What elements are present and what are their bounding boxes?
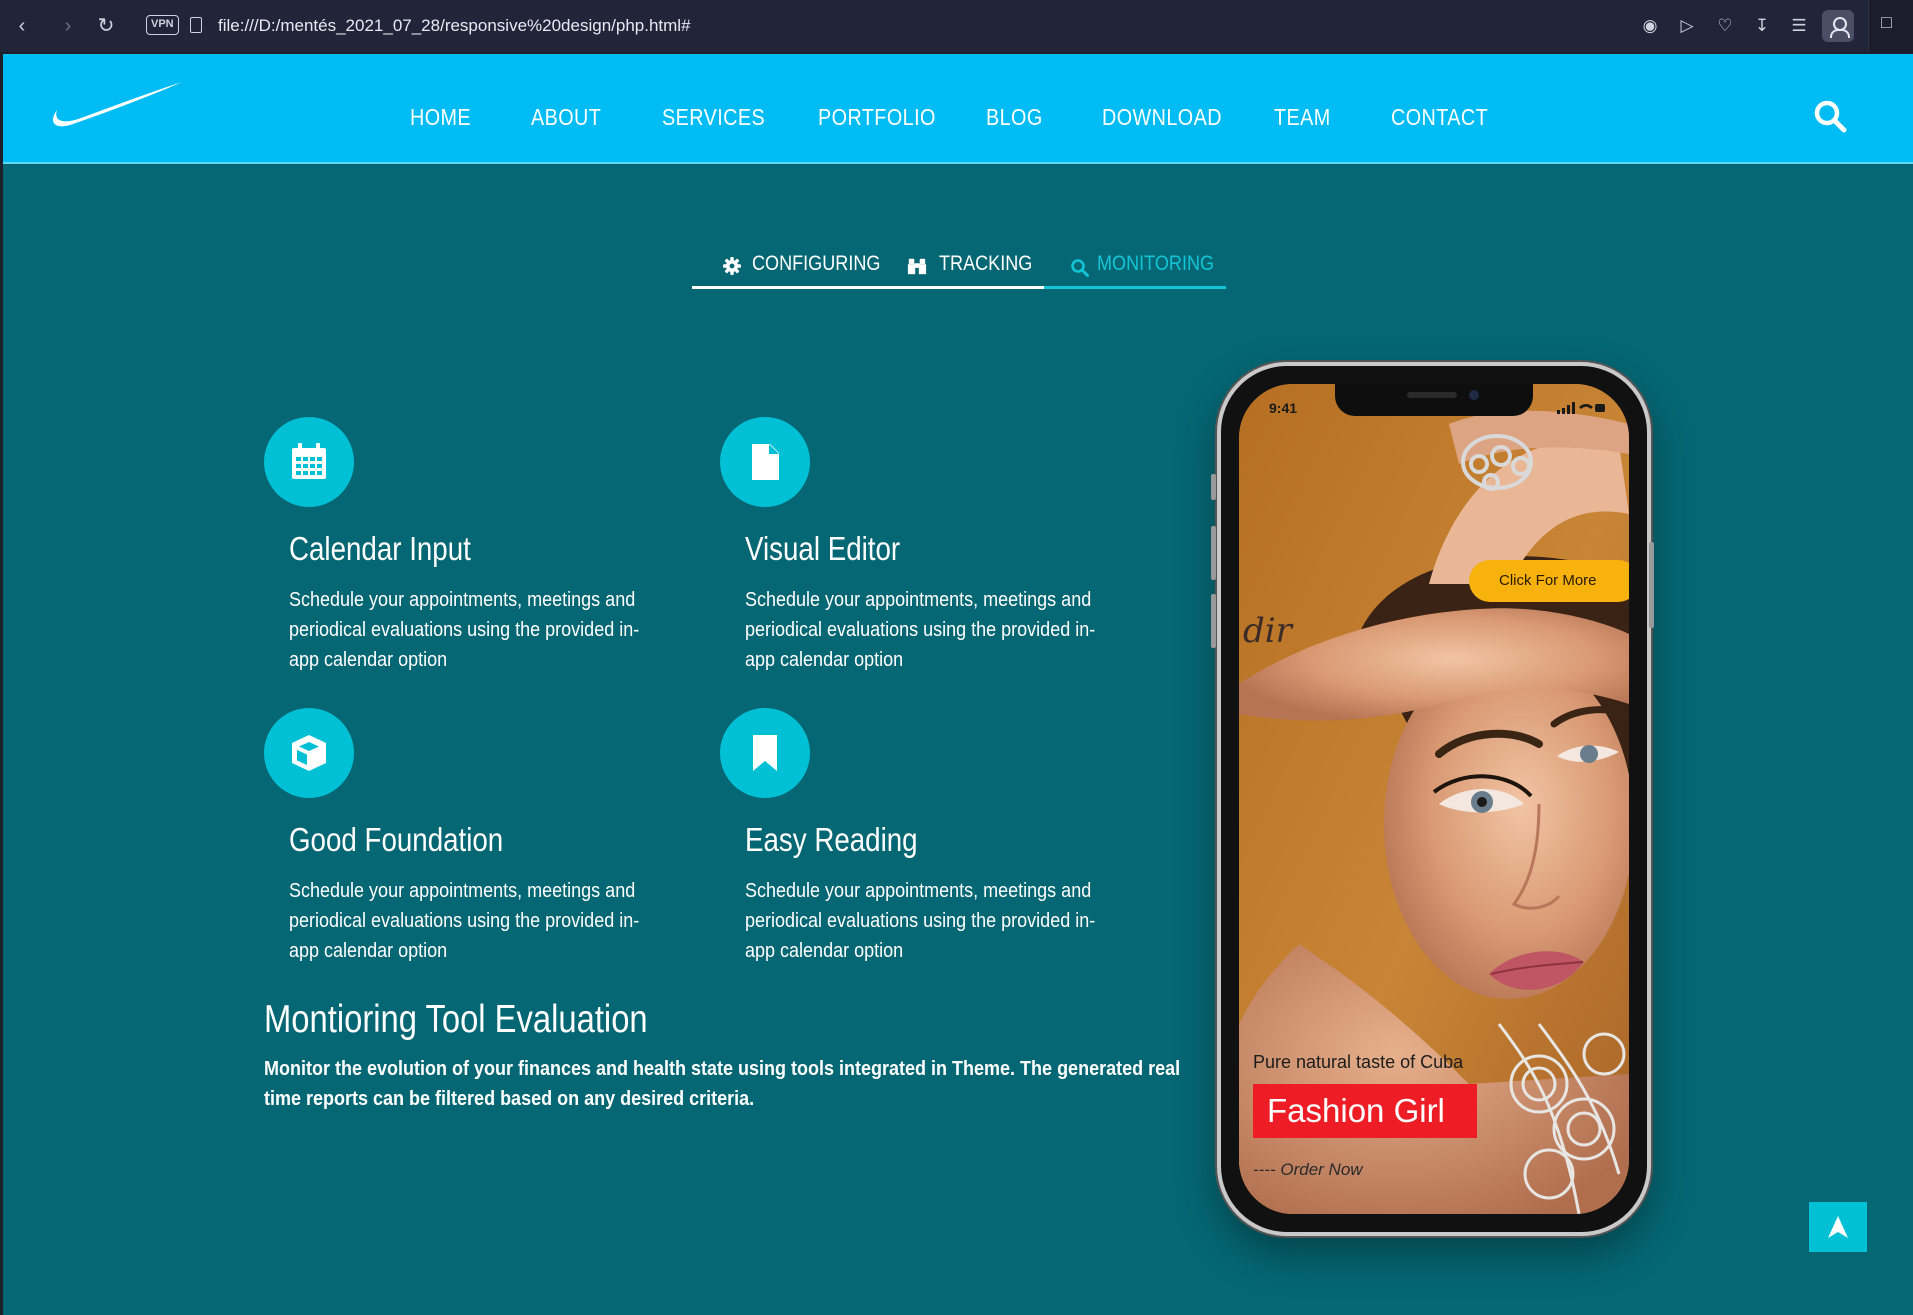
menu-icon[interactable]: ☰ [1785, 12, 1813, 40]
cube-outline-icon[interactable]: □ [1881, 12, 1892, 33]
nav-about[interactable]: ABOUT [531, 104, 601, 131]
download-icon[interactable]: ↧ [1748, 12, 1776, 40]
browser-toolbar: ‹ › ↻ VPN file:///D:/mentés_2021_07_28/r… [0, 0, 1913, 52]
tab-monitoring-label: MONITORING [1097, 252, 1215, 275]
phone-camera [1469, 390, 1479, 400]
arrow-up-icon [1828, 1216, 1848, 1238]
tab-tracking-label: TRACKING [939, 252, 1033, 275]
nav-download[interactable]: DOWNLOAD [1102, 104, 1222, 131]
tab-tracking[interactable]: TRACKING [907, 250, 1032, 290]
phone-button [1649, 542, 1654, 628]
feature-description: Schedule your appointments, meetings and… [745, 880, 1096, 962]
back-to-top-button[interactable] [1809, 1202, 1867, 1252]
feature-title: Easy Reading [745, 821, 918, 858]
tab-configuring-label: CONFIGURING [752, 252, 881, 275]
phone-button [1211, 474, 1216, 500]
binoculars-icon [907, 258, 927, 275]
status-time: 9:41 [1269, 400, 1298, 416]
promo-title: Fashion Girl [1253, 1084, 1477, 1138]
feature-title: Calendar Input [289, 530, 471, 567]
feature-icon-circle [720, 708, 810, 798]
profile-icon[interactable] [1822, 10, 1854, 42]
feature-tabs: CONFIGURING TRACKING MONITORING [692, 250, 1226, 290]
phone-speaker [1407, 392, 1457, 398]
tabs-underline [692, 286, 1044, 289]
evaluation-title: Montioring Tool Evaluation [264, 998, 648, 1041]
feature-icon-circle [264, 708, 354, 798]
document-icon [752, 444, 779, 480]
page-viewport: HOME ABOUT SERVICES PORTFOLIO BLOG DOWNL… [3, 54, 1913, 1315]
nav-contact[interactable]: CONTACT [1391, 104, 1488, 131]
phone-button [1211, 526, 1216, 580]
file-icon [190, 17, 202, 33]
nav-team[interactable]: TEAM [1274, 104, 1331, 131]
bookmark-icon [753, 735, 777, 771]
extensions-strip: □ [1868, 0, 1913, 52]
feature-title: Visual Editor [745, 530, 901, 567]
feature-title: Good Foundation [289, 821, 504, 858]
phone-notch [1335, 384, 1533, 416]
tab-configuring[interactable]: CONFIGURING [722, 250, 902, 290]
nav-blog[interactable]: BLOG [986, 104, 1043, 131]
send-icon[interactable]: ▷ [1673, 12, 1701, 40]
cube-icon [292, 735, 326, 771]
calendar-icon [292, 443, 326, 479]
feature-description: Schedule your appointments, meetings and… [745, 589, 1096, 671]
swoosh-logo-icon[interactable] [51, 80, 183, 132]
promo-subtitle: Pure natural taste of Cuba [1253, 1052, 1464, 1072]
phone-button [1211, 594, 1216, 648]
phone-mockup: dir 9:41 Click For More Pure natural tas… [1211, 362, 1654, 1236]
feature-icon-circle [264, 417, 354, 507]
gear-icon [723, 257, 741, 275]
phone-screen: dir 9:41 Click For More Pure natural tas… [1239, 384, 1629, 1214]
heart-icon[interactable]: ♡ [1711, 12, 1739, 40]
click-for-more-button[interactable]: Click For More [1469, 560, 1629, 602]
nav-home[interactable]: HOME [410, 104, 471, 131]
nav-services[interactable]: SERVICES [662, 104, 765, 131]
vpn-badge[interactable]: VPN [146, 15, 179, 35]
site-header: HOME ABOUT SERVICES PORTFOLIO BLOG DOWNL… [3, 54, 1913, 164]
feature-description: Schedule your appointments, meetings and… [289, 589, 640, 671]
feature-description: Schedule your appointments, meetings and… [289, 880, 640, 962]
tab-monitoring[interactable]: MONITORING [1070, 250, 1226, 290]
reload-icon[interactable]: ↻ [92, 12, 120, 40]
tab-active-indicator [1044, 286, 1226, 289]
address-bar[interactable]: file:///D:/mentés_2021_07_28/responsive%… [218, 14, 691, 38]
forward-icon[interactable]: › [54, 12, 82, 40]
camera-icon[interactable]: ◉ [1636, 12, 1664, 40]
order-now-link[interactable]: Order Now [1253, 1160, 1362, 1180]
search-icon [1071, 259, 1089, 277]
search-icon[interactable] [1813, 99, 1849, 135]
nav-portfolio[interactable]: PORTFOLIO [818, 104, 936, 131]
tattoo-mark: dir [1243, 611, 1294, 651]
feature-icon-circle [720, 417, 810, 507]
back-icon[interactable]: ‹ [8, 12, 36, 40]
status-signal-icon [1557, 402, 1605, 414]
evaluation-text: Monitor the evolution of your finances a… [264, 1058, 1181, 1110]
